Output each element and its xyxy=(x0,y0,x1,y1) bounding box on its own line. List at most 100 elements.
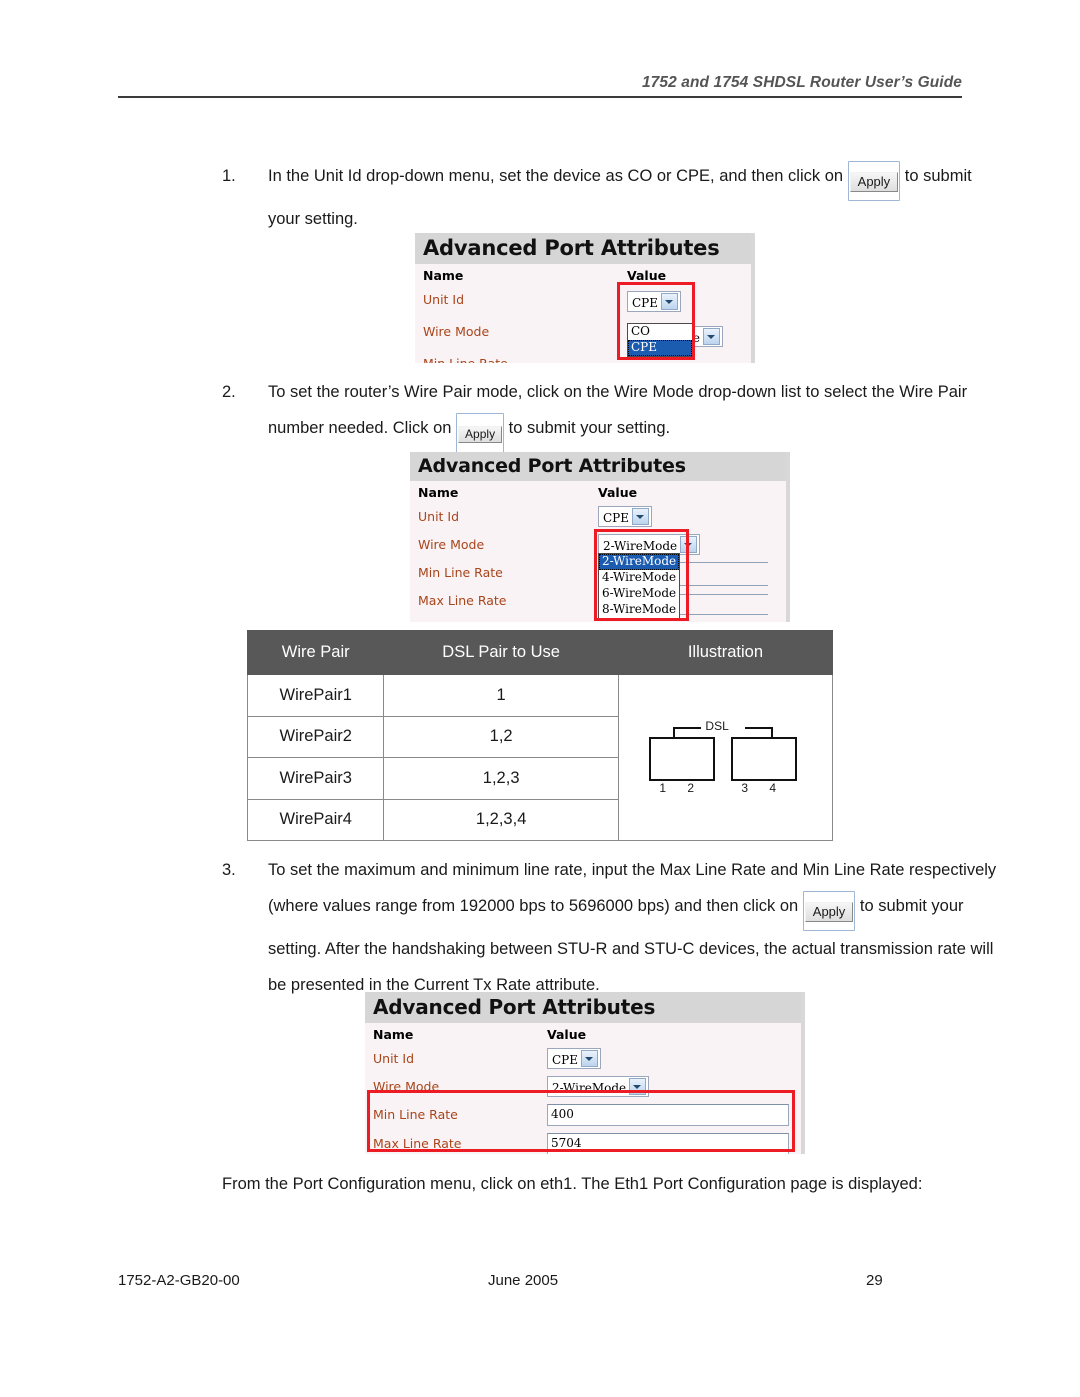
figure1-col-name-header: Name xyxy=(423,268,464,283)
figure1-column-header-row: Name Value xyxy=(415,264,755,288)
wire-mode-option-2[interactable]: 2-WireMode xyxy=(599,554,679,570)
apply-button-step-3[interactable]: Apply xyxy=(802,891,856,931)
figure1-title: Advanced Port Attributes xyxy=(415,233,755,264)
unit-id-selected-value: CPE xyxy=(603,511,630,525)
chevron-down-icon[interactable] xyxy=(661,293,679,310)
step-3-number: 3. xyxy=(222,861,236,879)
dsl-port-number-2: 2 xyxy=(687,781,695,795)
cell-dsl-pair-3: 1,2,3 xyxy=(383,757,619,800)
step-1-number: 1. xyxy=(222,167,236,185)
figure1-attribute-list: Name Value Unit Id CPE Wire Mode ode Min… xyxy=(415,264,755,363)
wire-mode-dropdown-list[interactable]: 2-WireMode 4-WireMode 6-WireMode 8-WireM… xyxy=(598,553,680,619)
cell-illustration: DSL 1 2 3 4 xyxy=(617,674,834,841)
unit-id-dropdown-list[interactable]: CO CPE xyxy=(627,323,693,357)
dsl-port-block-right xyxy=(731,737,798,781)
chevron-down-icon[interactable] xyxy=(703,328,721,345)
unit-id-combobox[interactable]: CPE xyxy=(627,291,682,312)
figure3-col-name-header: Name xyxy=(373,1027,414,1042)
table-row: WirePair1 1 DSL 1 2 3 4 xyxy=(246,674,834,841)
chevron-down-icon[interactable] xyxy=(680,536,698,553)
figure2-unit-id-label: Unit Id xyxy=(418,509,460,524)
figure3-wire-mode-label: Wire Mode xyxy=(373,1079,440,1094)
table-header-illustration: Illustration xyxy=(617,630,834,675)
footer-doc-number: 1752-A2-GB20-00 xyxy=(118,1272,240,1289)
unit-id-option-cpe[interactable]: CPE xyxy=(628,340,692,356)
figure3-title: Advanced Port Attributes xyxy=(365,992,805,1023)
chevron-down-icon[interactable] xyxy=(632,508,650,525)
dsl-illustration-diagram: DSL 1 2 3 4 xyxy=(627,675,823,840)
unit-id-selected-value: CPE xyxy=(632,296,659,310)
cell-wire-pair-4: WirePair4 xyxy=(246,798,385,841)
wire-mode-option-8[interactable]: 8-WireMode xyxy=(599,602,679,618)
figure1-col-value-header: Value xyxy=(627,268,667,283)
dsl-label: DSL xyxy=(703,719,731,733)
figure2-col-name-header: Name xyxy=(418,485,459,500)
figure2-title: Advanced Port Attributes xyxy=(410,452,790,481)
figure2-min-line-rate-label: Min Line Rate xyxy=(418,565,503,580)
step-2-text-after: to submit your setting. xyxy=(508,419,671,437)
unit-id-combobox[interactable]: CPE xyxy=(598,506,653,527)
table-header-row: Wire Pair DSL Pair to Use Illustration xyxy=(246,630,834,675)
figure1-wire-mode-label: Wire Mode xyxy=(423,324,490,339)
step-3-body: To set the maximum and minimum line rate… xyxy=(268,852,998,1003)
step-2-number: 2. xyxy=(222,383,236,401)
table-header-wire-pair: Wire Pair xyxy=(246,630,385,675)
figure3-max-line-rate-label: Max Line Rate xyxy=(373,1136,462,1151)
step-2-body: To set the router’s Wire Pair mode, clic… xyxy=(268,374,980,453)
cell-wire-pair-2: WirePair2 xyxy=(246,715,385,758)
wire-mode-option-6[interactable]: 6-WireMode xyxy=(599,586,679,602)
cell-dsl-pair-2: 1,2 xyxy=(383,715,619,758)
footer-page-number: 29 xyxy=(866,1272,883,1289)
figure2-max-line-rate-label: Max Line Rate xyxy=(418,593,507,608)
step-1: 1. In the Unit Id drop-down menu, set th… xyxy=(222,158,982,237)
unit-id-option-co[interactable]: CO xyxy=(628,324,692,340)
cell-wire-pair-1: WirePair1 xyxy=(246,674,385,717)
step-1-text-before: In the Unit Id drop-down menu, set the d… xyxy=(268,167,844,185)
dsl-bracket-left xyxy=(673,727,702,739)
figure3-wire-mode-select[interactable]: 2-WireMode xyxy=(547,1076,650,1097)
figure3-unit-id-select[interactable]: CPE xyxy=(547,1048,602,1069)
apply-button-label: Apply xyxy=(849,172,899,192)
apply-button-step-1[interactable]: Apply xyxy=(847,161,901,201)
unit-id-combobox[interactable]: CPE xyxy=(547,1048,602,1069)
figure-advanced-port-attributes-line-rates: Advanced Port Attributes Name Value Unit… xyxy=(365,992,805,1154)
footer-date: June 2005 xyxy=(488,1272,559,1289)
max-line-rate-input[interactable]: 5704 xyxy=(547,1133,789,1154)
dsl-port-number-4: 4 xyxy=(769,781,777,795)
figure3-row-max-line-rate: Max Line Rate 5704 xyxy=(365,1132,805,1154)
figure1-row-min-line-rate-clipped: Min Line Rate xyxy=(415,352,755,363)
closing-paragraph: From the Port Configuration menu, click … xyxy=(222,1175,923,1193)
step-3: 3. To set the maximum and minimum line r… xyxy=(222,852,996,1003)
figure3-row-wire-mode: Wire Mode 2-WireMode xyxy=(365,1075,805,1103)
wire-mode-combobox[interactable]: 2-WireMode xyxy=(598,534,701,555)
figure3-attribute-list: Name Value Unit Id CPE Wire Mode 2-WireM… xyxy=(365,1023,805,1154)
figure-advanced-port-attributes-unit-id: Advanced Port Attributes Name Value Unit… xyxy=(415,233,755,363)
cell-dsl-pair-4: 1,2,3,4 xyxy=(383,798,619,841)
chevron-down-icon[interactable] xyxy=(629,1078,647,1095)
step-2: 2. To set the router’s Wire Pair mode, c… xyxy=(222,374,982,453)
dsl-port-number-3: 3 xyxy=(741,781,749,795)
table-header-dsl-pair: DSL Pair to Use xyxy=(383,630,619,675)
running-head-text: 1752 and 1754 SHDSL Router User’s Guide xyxy=(641,74,962,91)
figure3-row-min-line-rate: Min Line Rate 400 xyxy=(365,1103,805,1132)
wire-pair-table: Wire Pair DSL Pair to Use Illustration W… xyxy=(246,630,834,841)
cell-dsl-pair-1: 1 xyxy=(383,674,619,717)
min-line-rate-input[interactable]: 400 xyxy=(547,1104,789,1126)
wire-mode-selected-value: 2-WireMode xyxy=(603,539,678,553)
figure2-unit-id-select[interactable]: CPE xyxy=(598,506,653,527)
figure1-row-unit-id: Unit Id CPE xyxy=(415,288,755,320)
wire-mode-option-4[interactable]: 4-WireMode xyxy=(599,570,679,586)
dsl-bracket-right xyxy=(745,727,774,739)
wire-mode-combobox[interactable]: 2-WireMode xyxy=(547,1076,650,1097)
figure3-column-header-row: Name Value xyxy=(365,1023,805,1047)
wire-mode-selected-value: 2-WireMode xyxy=(552,1081,627,1095)
figure3-row-unit-id: Unit Id CPE xyxy=(365,1047,805,1075)
apply-button-label: Apply xyxy=(458,426,503,443)
figure2-wire-mode-select[interactable]: 2-WireMode xyxy=(598,534,701,555)
dsl-port-number-1: 1 xyxy=(659,781,667,795)
figure-advanced-port-attributes-wire-mode: Advanced Port Attributes Name Value Unit… xyxy=(410,452,790,622)
figure2-wire-mode-label: Wire Mode xyxy=(418,537,485,552)
chevron-down-icon[interactable] xyxy=(581,1050,599,1067)
figure1-unit-id-select[interactable]: CPE xyxy=(627,291,682,312)
apply-button-step-2[interactable]: Apply xyxy=(456,413,505,453)
